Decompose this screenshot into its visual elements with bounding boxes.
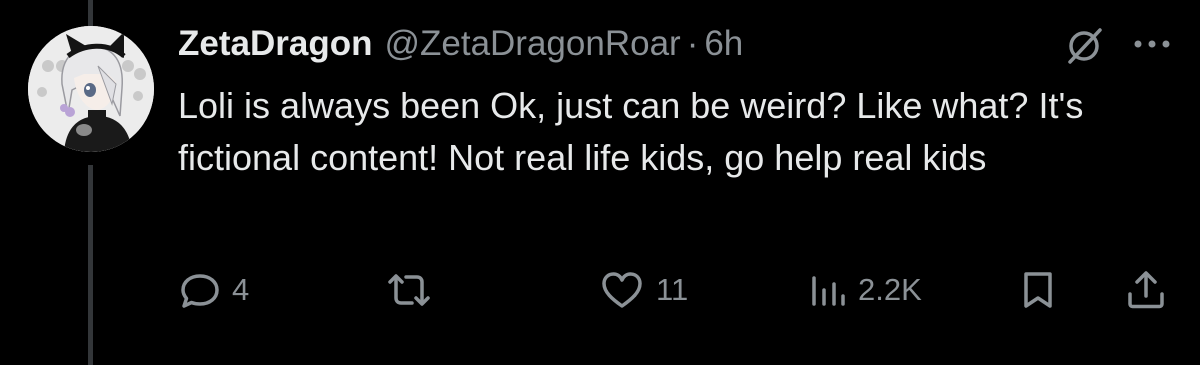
bookmark-button[interactable]	[1018, 262, 1058, 318]
like-button[interactable]: 11	[598, 262, 688, 318]
action-bar: 4 11 2.2K	[0, 262, 1200, 318]
tweet-text: Loli is always been Ok, just can be weir…	[178, 85, 1084, 178]
repost-icon	[384, 268, 434, 312]
tweet-header: ZetaDragon @ZetaDragonRoar · 6h	[178, 22, 743, 66]
avatar[interactable]	[28, 26, 154, 152]
reply-count: 4	[232, 272, 250, 307]
share-icon	[1124, 268, 1168, 312]
bookmark-icon	[1018, 268, 1058, 312]
display-name[interactable]: ZetaDragon	[178, 24, 372, 64]
separator-dot: ·	[686, 24, 699, 63]
grok-icon[interactable]	[1062, 24, 1106, 68]
share-button[interactable]	[1124, 262, 1168, 318]
timestamp[interactable]: 6h	[704, 24, 743, 64]
views-icon	[808, 268, 848, 312]
heart-icon	[598, 268, 646, 312]
views-button[interactable]: 2.2K	[808, 262, 922, 318]
views-count: 2.2K	[858, 272, 922, 307]
repost-button[interactable]	[384, 262, 444, 318]
user-handle[interactable]: @ZetaDragonRoar	[384, 24, 680, 64]
reply-button[interactable]: 4	[178, 262, 249, 318]
like-count: 11	[656, 272, 689, 307]
reply-icon	[178, 268, 222, 312]
more-icon[interactable]	[1130, 32, 1174, 56]
